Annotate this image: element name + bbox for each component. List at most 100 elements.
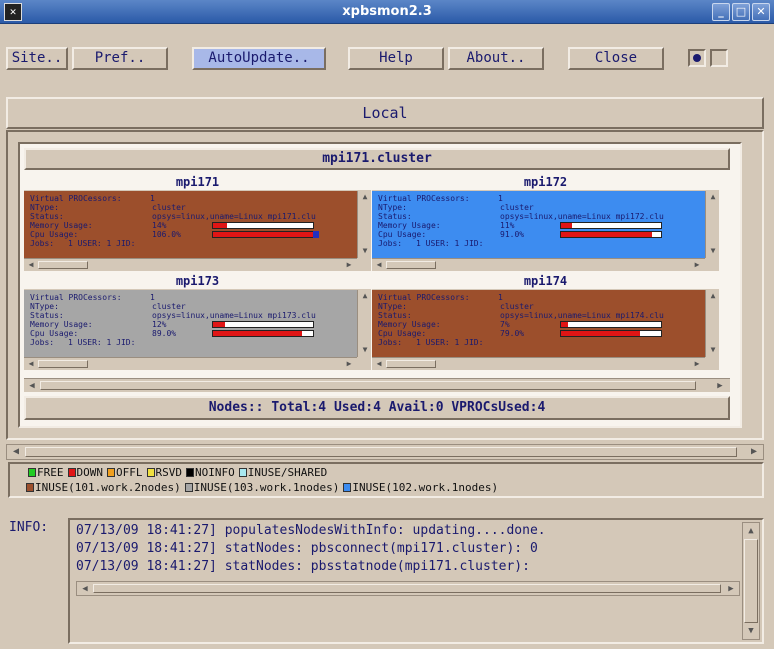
scroll-right-icon[interactable]: ▶	[691, 260, 703, 270]
legend-label: INUSE/SHARED	[247, 466, 328, 479]
node-panel-mpi173[interactable]: mpi173 Virtual PROCessors: 1 NType: clus…	[24, 273, 371, 370]
node-horizontal-scrollbar[interactable]: ◀ ▶	[372, 357, 705, 370]
node-name[interactable]: mpi171	[24, 174, 371, 190]
pref-button[interactable]: Pref..	[72, 47, 168, 70]
legend-swatch	[186, 468, 194, 477]
scroll-down-icon[interactable]: ▼	[708, 246, 718, 256]
scroll-right-icon[interactable]: ▶	[691, 359, 703, 369]
node-name[interactable]: mpi173	[24, 273, 371, 289]
scroll-right-icon[interactable]: ▶	[343, 260, 355, 270]
scroll-left-icon[interactable]: ◀	[9, 446, 23, 458]
node-vertical-scrollbar[interactable]: ▲ ▼	[705, 290, 719, 357]
scroll-up-icon[interactable]: ▲	[708, 291, 718, 301]
help-button[interactable]: Help	[348, 47, 444, 70]
autoupdate-button[interactable]: AutoUpdate..	[192, 47, 326, 70]
scroll-thumb[interactable]	[38, 261, 88, 269]
node-horizontal-scrollbar[interactable]: ◀ ▶	[24, 258, 357, 271]
close-button[interactable]: Close	[568, 47, 664, 70]
status-label: Status:	[378, 212, 412, 221]
node-vertical-scrollbar[interactable]: ▲ ▼	[357, 290, 371, 357]
jobs-label: Jobs:	[378, 338, 403, 347]
scroll-down-icon[interactable]: ▼	[745, 625, 757, 637]
local-server-bar[interactable]: Local	[6, 97, 764, 129]
legend-swatch	[26, 483, 34, 492]
ntype-value: cluster	[500, 203, 534, 212]
scroll-up-icon[interactable]: ▲	[360, 192, 370, 202]
scroll-down-icon[interactable]: ▼	[708, 345, 718, 355]
memory-label: Memory Usage:	[30, 221, 93, 230]
cpu-value: 89.0%	[152, 329, 177, 338]
node-panel-mpi172[interactable]: mpi172 Virtual PROCessors: 1 NType: clus…	[372, 174, 719, 271]
scroll-left-icon[interactable]: ◀	[25, 260, 37, 270]
jobs-label: Jobs:	[378, 239, 403, 248]
scroll-right-icon[interactable]: ▶	[343, 359, 355, 369]
vprocs-label: Virtual PROCessors:	[378, 194, 470, 203]
node-horizontal-scrollbar[interactable]: ◀ ▶	[24, 357, 357, 370]
cpu-label: Cpu Usage:	[30, 230, 79, 239]
scroll-down-icon[interactable]: ▼	[360, 246, 370, 256]
scroll-up-icon[interactable]: ▲	[708, 192, 718, 202]
scroll-thumb[interactable]	[744, 539, 758, 623]
maximize-button[interactable]: □	[732, 3, 750, 21]
legend-row-1: FREE DOWN OFFL RSVD NOINFO INUSE/SHARED	[28, 466, 331, 479]
memory-value: 11%	[500, 221, 515, 230]
legend-item: INUSE/SHARED	[238, 466, 328, 479]
scroll-left-icon[interactable]: ◀	[79, 583, 91, 595]
main-horizontal-scrollbar[interactable]: ◀ ▶	[6, 444, 764, 460]
jobs-value: 1 USER: 1 JID:	[68, 338, 136, 347]
legend-item: FREE	[28, 466, 64, 479]
view-mode-radio-2[interactable]	[710, 49, 728, 67]
scroll-up-icon[interactable]: ▲	[360, 291, 370, 301]
cluster-horizontal-scrollbar[interactable]: ◀ ▶	[24, 378, 730, 392]
legend-swatch	[107, 468, 115, 477]
memory-label: Memory Usage:	[378, 221, 441, 230]
scroll-right-icon[interactable]: ▶	[747, 446, 761, 458]
scroll-left-icon[interactable]: ◀	[25, 359, 37, 369]
close-window-button[interactable]: ✕	[752, 3, 770, 21]
node-vertical-scrollbar[interactable]: ▲ ▼	[357, 191, 371, 258]
scroll-thumb[interactable]	[25, 447, 737, 457]
legend-label: DOWN	[76, 466, 104, 479]
info-vertical-scrollbar[interactable]: ▲ ▼	[742, 522, 760, 640]
node-name[interactable]: mpi172	[372, 174, 719, 190]
node-info: Virtual PROCessors: 1 NType: cluster Sta…	[372, 290, 705, 357]
minimize-button[interactable]: _	[712, 3, 730, 21]
legend-swatch	[146, 468, 155, 477]
scroll-thumb[interactable]	[93, 584, 721, 593]
scroll-thumb[interactable]	[38, 360, 88, 368]
scroll-right-icon[interactable]: ▶	[725, 583, 737, 595]
legend-item: OFFL	[107, 466, 143, 479]
scroll-up-icon[interactable]: ▲	[745, 525, 757, 537]
node-panel-mpi171[interactable]: mpi171 Virtual PROCessors: 1 NType: clus…	[24, 174, 371, 271]
scroll-down-icon[interactable]: ▼	[360, 345, 370, 355]
scroll-thumb[interactable]	[40, 381, 696, 390]
scroll-right-icon[interactable]: ▶	[714, 380, 726, 392]
scroll-left-icon[interactable]: ◀	[373, 260, 385, 270]
about-button[interactable]: About..	[448, 47, 544, 70]
cpu-label: Cpu Usage:	[378, 329, 427, 338]
view-mode-radio-1[interactable]	[688, 49, 706, 67]
status-label: Status:	[378, 311, 412, 320]
site-button[interactable]: Site..	[6, 47, 68, 70]
status-value: opsys=linux,uname=Linux mpi173.clu	[152, 311, 316, 320]
cluster-title[interactable]: mpi171.cluster	[24, 148, 730, 170]
scroll-left-icon[interactable]: ◀	[26, 380, 38, 392]
legend-label: INUSE(103.work.1nodes)	[193, 481, 340, 494]
cluster-frame: mpi171.cluster mpi171 Virtual PROCessors…	[18, 142, 742, 428]
cpu-value: 79.0%	[500, 329, 525, 338]
legend-item: RSVD	[146, 466, 183, 479]
vprocs-value: 1	[498, 293, 503, 302]
legend-label: RSVD	[155, 466, 183, 479]
node-horizontal-scrollbar[interactable]: ◀ ▶	[372, 258, 705, 271]
scroll-left-icon[interactable]: ◀	[373, 359, 385, 369]
node-panel-mpi174[interactable]: mpi174 Virtual PROCessors: 1 NType: clus…	[372, 273, 719, 370]
node-vertical-scrollbar[interactable]: ▲ ▼	[705, 191, 719, 258]
node-name[interactable]: mpi174	[372, 273, 719, 289]
scroll-thumb[interactable]	[386, 360, 436, 368]
scroll-thumb[interactable]	[386, 261, 436, 269]
legend-item: NOINFO	[186, 466, 235, 479]
cpu-usage-fill	[561, 232, 652, 237]
info-horizontal-scrollbar[interactable]: ◀ ▶	[76, 581, 740, 596]
title-bar[interactable]: ✕ xpbsmon2.3 _ □ ✕	[0, 0, 774, 24]
jobs-value: 1 USER: 1 JID:	[416, 239, 484, 248]
